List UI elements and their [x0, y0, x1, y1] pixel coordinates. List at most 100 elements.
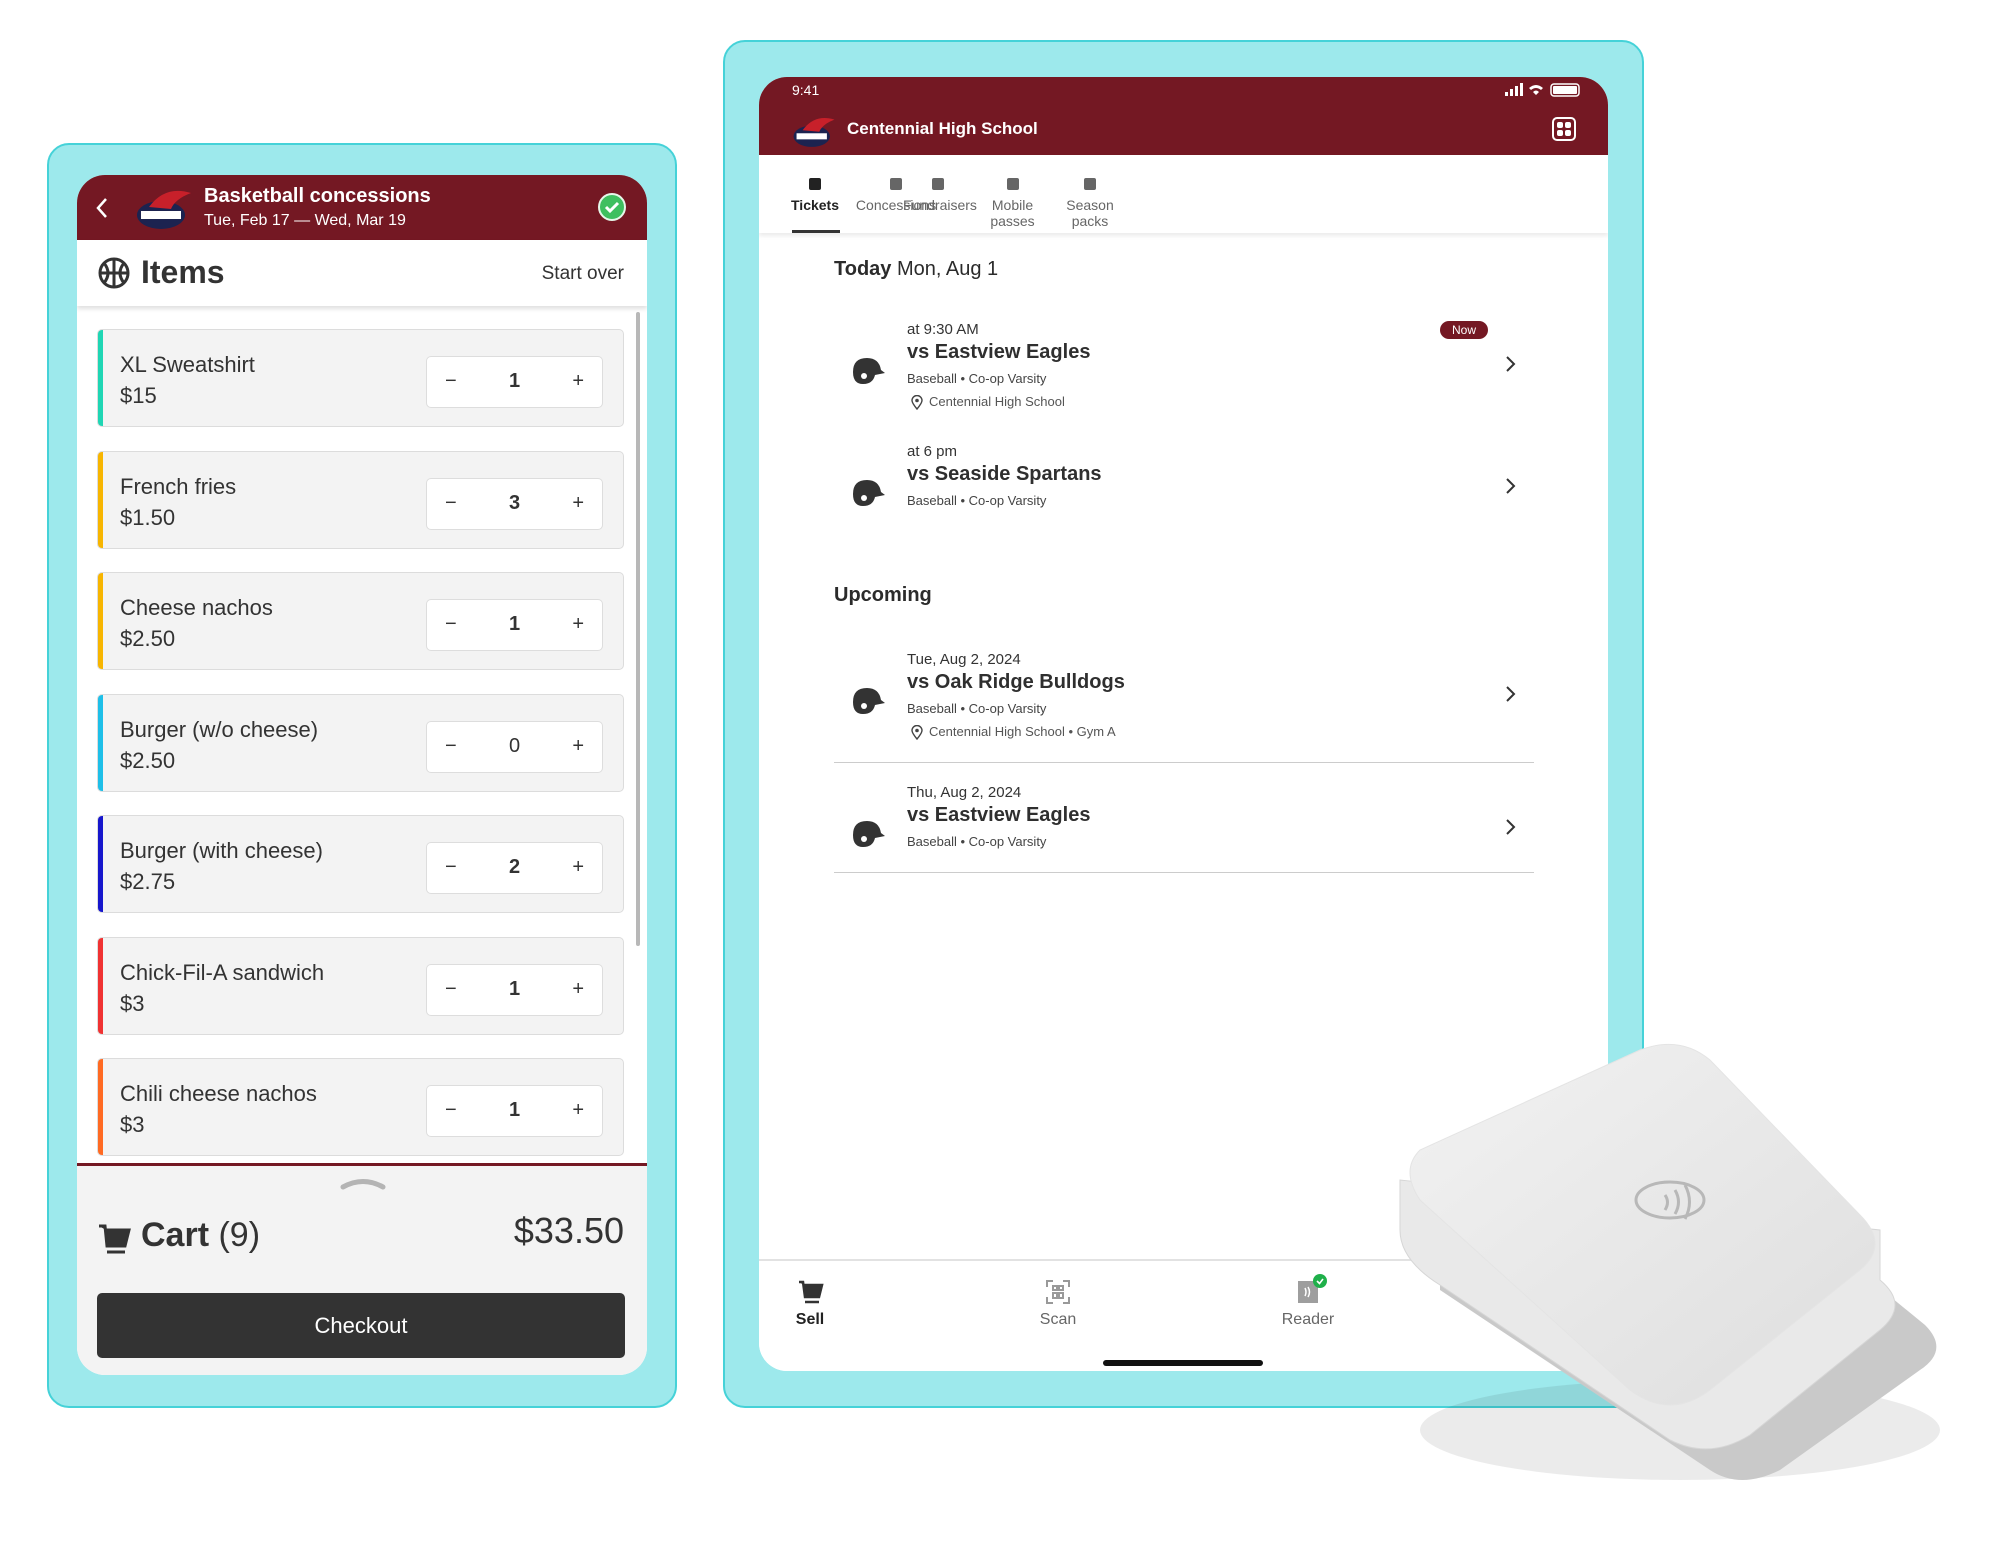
divider	[834, 762, 1534, 763]
item-name: Chick-Fil-A sandwich	[120, 959, 325, 985]
item-price: $2.50	[120, 747, 176, 773]
item-price: $15	[120, 383, 157, 408]
location-pin-icon	[911, 395, 923, 410]
increment-button[interactable]: +	[572, 613, 584, 636]
increment-button[interactable]: +	[572, 370, 584, 393]
item-list: XL Sweatshirt $15 − 1 + French fries $1.…	[77, 306, 647, 1163]
now-badge: Now	[1440, 321, 1488, 339]
item-color-bar	[98, 451, 103, 548]
nav-reader[interactable]: Reader	[1248, 1261, 1368, 1329]
event-location: Centennial High School	[929, 394, 1065, 409]
cart-icon	[799, 1280, 824, 1304]
increment-button[interactable]: +	[572, 492, 584, 515]
quantity-stepper: − 1 +	[426, 356, 603, 408]
quantity-stepper: − 1 +	[426, 599, 603, 651]
cart-count: (9)	[218, 1216, 261, 1254]
event-row[interactable]: at 6 pm vs Seaside Spartans Baseball • C…	[759, 443, 1608, 543]
event-time: at 9:30 AM	[907, 321, 979, 338]
chevron-right-icon[interactable]	[1177, 820, 1178, 821]
chevron-right-icon[interactable]	[1505, 685, 1517, 703]
quantity-stepper: − 1 +	[426, 963, 603, 1016]
item-color-bar	[98, 816, 103, 912]
nav-label: Scan	[1039, 1311, 1077, 1328]
cart-title: Cart	[141, 1216, 210, 1254]
event-title: vs Eastview Eagles	[907, 341, 1091, 363]
nav-label: Reader	[1281, 1311, 1335, 1328]
item-name: XL Sweatshirt	[120, 352, 255, 377]
increment-button[interactable]: +	[572, 1099, 584, 1122]
event-time: at 6 pm	[907, 443, 958, 460]
increment-button[interactable]: +	[572, 978, 584, 1001]
item-color-bar	[98, 1059, 103, 1155]
item-price: $2.50	[120, 626, 176, 651]
card-reader-icon	[1298, 1274, 1327, 1303]
checkout-label: Checkout	[314, 1313, 408, 1338]
event-list: at 9:30 AM vs Eastview Eagles Baseball •…	[759, 77, 1608, 977]
cart-label: Cart (9)	[141, 1216, 260, 1255]
qr-scan-icon	[1046, 1280, 1070, 1304]
chevron-right-icon[interactable]	[1177, 357, 1178, 358]
drag-handle[interactable]	[340, 1176, 386, 1190]
event-title: Basketball concessions	[204, 185, 431, 207]
chevron-right-icon[interactable]	[1505, 477, 1517, 495]
item-name: Burger (w/o cheese)	[120, 716, 319, 742]
home-indicator	[1103, 1360, 1263, 1366]
item-card: Burger (w/o cheese) $2.50 − 0 +	[97, 693, 624, 792]
item-name: Cheese nachos	[120, 595, 273, 620]
item-card: XL Sweatshirt $15 − 1 +	[97, 329, 624, 427]
location-pin-icon	[911, 725, 923, 740]
items-header: Items Start over	[77, 240, 647, 306]
item-card: Chick-Fil-A sandwich $3 − 1 +	[97, 936, 624, 1035]
item-price: $3	[120, 990, 145, 1016]
event-time: Thu, Aug 2, 2024	[907, 784, 1022, 801]
nav-label: Sell	[795, 1311, 825, 1328]
event-subtitle: Baseball • Co-op Varsity	[907, 371, 1047, 386]
item-price: $3	[120, 1112, 145, 1137]
start-over-button[interactable]: Start over	[542, 263, 624, 285]
event-title: vs Eastview Eagles	[907, 804, 1091, 826]
quantity-stepper: − 2 +	[426, 842, 603, 894]
helmet-icon	[853, 688, 885, 714]
nav-sell[interactable]: Sell	[759, 1261, 870, 1329]
event-row[interactable]: Tue, Aug 2, 2024 vs Oak Ridge Bulldogs B…	[759, 651, 1608, 751]
cart-total: $33.50	[513, 1210, 624, 1251]
scrollbar[interactable]	[636, 312, 640, 946]
item-card: French fries $1.50 − 3 +	[97, 450, 624, 549]
school-logo	[137, 190, 191, 229]
event-row[interactable]: at 9:30 AM vs Eastview Eagles Baseball •…	[759, 321, 1608, 421]
chevron-right-icon[interactable]	[1505, 355, 1517, 373]
event-row[interactable]: Thu, Aug 2, 2024 vs Eastview Eagles Base…	[759, 784, 1608, 884]
item-color-bar	[98, 694, 103, 791]
nav-scan[interactable]: Scan	[998, 1261, 1118, 1329]
items-title: Items	[141, 254, 225, 290]
item-card: Cheese nachos $2.50 − 1 +	[97, 572, 624, 670]
item-card: Burger (with cheese) $2.75 − 2 +	[97, 815, 624, 913]
concessions-screen: Basketball concessions Tue, Feb 17 — Wed…	[77, 175, 647, 1375]
item-price: $2.75	[120, 869, 176, 894]
item-color-bar	[98, 937, 103, 1034]
checkout-button[interactable]: Checkout	[97, 1293, 625, 1358]
event-subtitle: Baseball • Co-op Varsity	[907, 834, 1047, 849]
event-subtitle: Baseball • Co-op Varsity	[907, 493, 1047, 508]
increment-button[interactable]: +	[572, 856, 584, 879]
chevron-right-icon[interactable]	[1177, 687, 1178, 688]
back-icon[interactable]	[95, 197, 109, 219]
quantity-stepper: − 1 +	[426, 1085, 603, 1137]
helmet-icon	[853, 821, 885, 847]
card-reader-device	[1399, 1043, 1940, 1480]
quantity-stepper: − 3 +	[426, 477, 603, 530]
divider	[834, 872, 1534, 873]
check-circle-icon	[598, 193, 626, 221]
item-card: Chili cheese nachos $3 − 1 +	[97, 1058, 624, 1156]
helmet-icon	[853, 480, 885, 506]
event-location: Centennial High School • Gym A	[929, 724, 1116, 739]
item-name: French fries	[120, 473, 237, 499]
chevron-right-icon[interactable]	[1505, 818, 1517, 836]
quantity-stepper: − 0 +	[426, 720, 603, 773]
event-title: vs Oak Ridge Bulldogs	[907, 671, 1125, 693]
item-color-bar	[98, 573, 103, 669]
item-price: $1.50	[120, 504, 176, 530]
concessions-header: Basketball concessions Tue, Feb 17 — Wed…	[77, 175, 647, 240]
chevron-right-icon[interactable]	[1177, 479, 1178, 480]
increment-button[interactable]: +	[572, 735, 584, 758]
